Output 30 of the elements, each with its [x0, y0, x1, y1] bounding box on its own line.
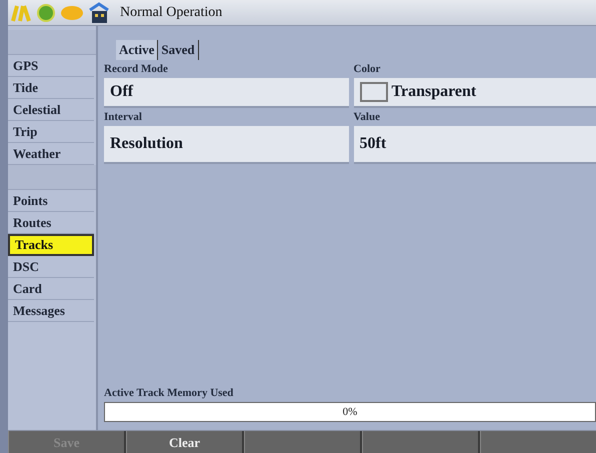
field-label: Color — [354, 62, 382, 77]
menu-item[interactable]: DSC — [8, 256, 94, 278]
menu-item[interactable]: Points — [8, 190, 94, 212]
tab[interactable]: Saved — [158, 40, 199, 60]
memory-reading: 0% — [342, 405, 358, 420]
building-icon — [88, 2, 110, 24]
menu-item[interactable]: Tide — [8, 77, 94, 99]
field-label: Interval — [104, 110, 143, 125]
blank-softkey[interactable] — [480, 431, 596, 453]
blank-softkey[interactable] — [362, 431, 480, 453]
menu-item[interactable]: GPS — [8, 55, 94, 77]
blank-softkey[interactable] — [244, 431, 362, 453]
color-field[interactable]: Transparent — [354, 78, 596, 108]
value-field[interactable]: 50ft — [354, 126, 596, 164]
menu-item[interactable]: Tracks — [8, 234, 94, 256]
window-title: Normal Operation — [120, 4, 222, 20]
field-label: Record Mode — [104, 62, 169, 77]
menu-item[interactable]: Celestial — [8, 99, 94, 121]
menu-item[interactable]: Trip — [8, 121, 94, 143]
tab[interactable]: Active — [116, 40, 158, 60]
memory-label: Active Track Memory Used — [104, 386, 234, 401]
status-dot-icon — [36, 2, 56, 22]
value-field[interactable]: Resolution — [104, 126, 348, 164]
value-field[interactable]: Off — [104, 78, 348, 108]
color-swatch — [360, 82, 388, 102]
softkey-button[interactable]: Clear — [126, 431, 244, 453]
menu-item[interactable]: Card — [8, 278, 94, 300]
field-label: Value — [354, 110, 381, 125]
menu-item[interactable]: Messages — [8, 300, 94, 322]
antenna-icon — [10, 2, 32, 22]
